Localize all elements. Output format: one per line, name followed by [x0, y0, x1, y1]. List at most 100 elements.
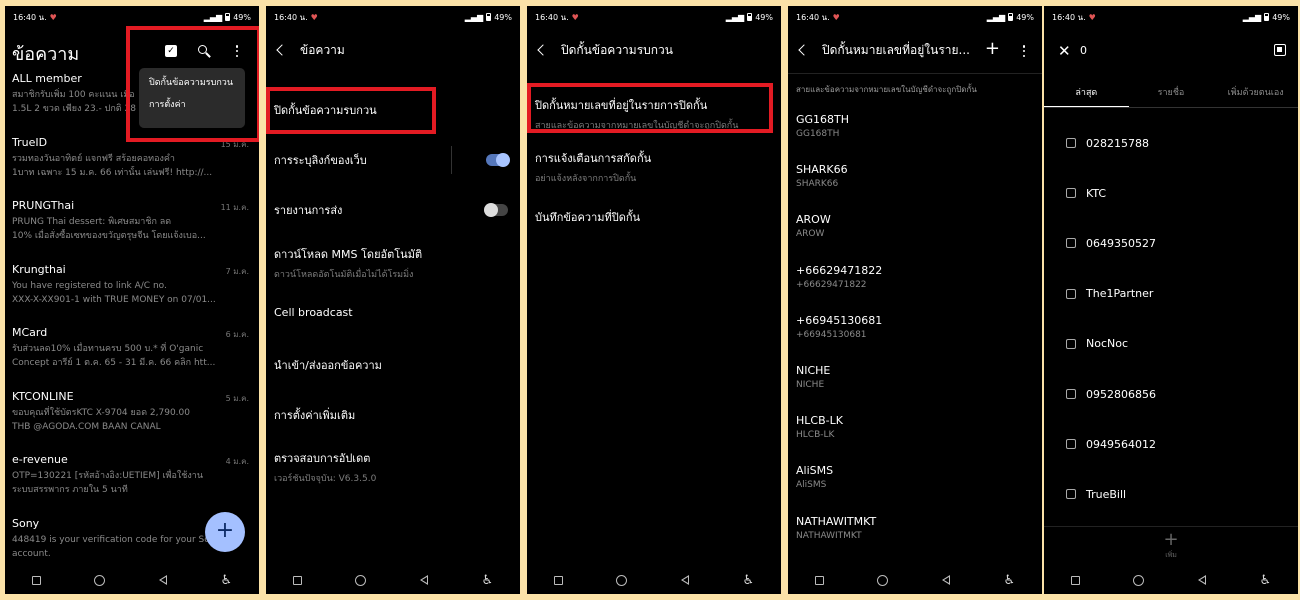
accessibility-icon[interactable]: ♿	[1004, 573, 1016, 588]
back-icon[interactable]	[537, 44, 549, 56]
accessibility-icon[interactable]: ♿	[743, 573, 755, 588]
message-preview: รวมทองวันอาทิตย์ แจกฟรี สร้อยคอทองคำ	[12, 153, 175, 164]
phone-blocklist: 16:40 น. ♥ ▂▄▆ 49% ปิดกั้นหมายเลขที่อยู่ในร…	[788, 6, 1042, 594]
highlight-box	[126, 26, 259, 142]
list-item[interactable]: HLCB-LK HLCB-LK	[796, 414, 1034, 464]
list-item[interactable]: NICHE NICHE	[796, 364, 1034, 414]
message-date: 5 ม.ค.	[225, 393, 249, 403]
checkbox[interactable]	[1066, 338, 1076, 349]
message-preview: THB @AGODA.COM BAAN CANAL	[12, 421, 161, 432]
list-item[interactable]: 0952806856	[1066, 384, 1290, 404]
list-item[interactable]: PRUNGThai 11 ม.ค. PRUNG Thai dessert: พิเศ…	[12, 199, 251, 263]
settings-item[interactable]: ตรวจสอบการอัปเดต เวอร์ชันปัจจุบัน: V6.3.5…	[274, 449, 512, 485]
checkbox[interactable]	[1066, 138, 1076, 148]
list-item[interactable]: NATHAWITMKT NATHAWITMKT	[796, 515, 1034, 565]
tab-manual[interactable]: เพิ่มด้วยตนเอง	[1213, 80, 1298, 108]
block-option-subtitle: อย่าแจ้งหลังจากการปิดกั้น	[535, 174, 637, 184]
phone-select-contacts: 16:40 น. ♥ ▂▄▆ 49% ✕ 0 ล่าสุด รายชื่อ เพิ่ม…	[1044, 6, 1298, 594]
recents-icon[interactable]	[31, 575, 41, 585]
list-item[interactable]: 0949564012	[1066, 434, 1290, 454]
message-sender: e-revenue	[12, 453, 68, 466]
checkbox[interactable]	[1066, 389, 1076, 399]
battery-level: 49%	[233, 12, 251, 22]
accessibility-icon[interactable]: ♿	[1260, 573, 1272, 588]
settings-item[interactable]: รายงานการส่ง	[274, 201, 512, 219]
back-nav-icon[interactable]	[1197, 575, 1206, 585]
blocked-number-sub: SHARK66	[796, 179, 839, 190]
home-icon[interactable]	[355, 574, 367, 586]
toggle-delivery-report[interactable]	[484, 203, 508, 217]
contact-label: 028215788	[1086, 136, 1149, 150]
add-button[interactable]: + เพิ่ม	[1044, 526, 1298, 566]
list-item[interactable]: +66945130681 +66945130681	[796, 314, 1034, 364]
home-icon[interactable]	[94, 574, 106, 586]
back-icon[interactable]	[276, 44, 288, 56]
back-nav-icon[interactable]	[419, 575, 428, 585]
compose-button[interactable]: +	[205, 512, 245, 552]
list-item[interactable]: The1Partner	[1066, 284, 1290, 304]
checkbox[interactable]	[1066, 238, 1076, 249]
list-item[interactable]: Krungthai 7 ม.ค. You have registered to li…	[12, 263, 251, 327]
message-date: 6 ม.ค.	[225, 330, 249, 339]
settings-item[interactable]: การระบุลิงก์ของเว็บ	[274, 151, 512, 169]
accessibility-icon[interactable]: ♿	[221, 573, 233, 588]
home-icon[interactable]	[616, 574, 628, 586]
recents-icon[interactable]	[814, 575, 824, 585]
home-icon[interactable]	[877, 574, 889, 586]
back-icon[interactable]	[798, 44, 810, 56]
settings-item[interactable]: ดาวน์โหลด MMS โดยอัตโนมัติ ดาวน์โหลดอัตโน…	[274, 245, 512, 281]
message-preview: รับส่วนลด10% เมื่อทานครบ 500 บ.* ที่ O'g…	[12, 344, 204, 354]
checkbox[interactable]	[1066, 188, 1076, 199]
toggle-web-links[interactable]	[486, 153, 510, 167]
block-option-item[interactable]: การแจ้งเตือนการสกัดกั้น อย่าแจ้งหลังจากกา…	[535, 149, 773, 185]
list-item[interactable]: 028215788	[1066, 133, 1290, 153]
tab-contacts[interactable]: รายชื่อ	[1129, 80, 1214, 108]
back-nav-icon[interactable]	[158, 575, 167, 585]
blocked-number-sub: +66629471822	[796, 279, 867, 290]
list-item[interactable]: TrueBill	[1066, 484, 1290, 504]
settings-item[interactable]: การตั้งค่าเพิ่มเติม	[274, 406, 512, 424]
header-title: ปิดกั้นหมายเลขที่อยู่ในราย...	[822, 42, 970, 57]
message-preview: ระบบสรรพากร ภายใน 5 นาที	[12, 485, 128, 495]
select-all-icon[interactable]	[1274, 44, 1286, 56]
checkbox[interactable]	[1066, 439, 1076, 450]
accessibility-icon[interactable]: ♿	[482, 573, 494, 588]
settings-item-title: รายงานการส่ง	[274, 204, 343, 217]
list-item[interactable]: KTC	[1066, 183, 1290, 203]
settings-item[interactable]: Cell broadcast	[274, 306, 512, 319]
list-item[interactable]: SHARK66 SHARK66	[796, 163, 1034, 213]
back-nav-icon[interactable]	[680, 575, 689, 585]
blocked-number: +66629471822	[796, 263, 883, 277]
list-item[interactable]: e-revenue 4 ม.ค. OTP=130221 [รหัสอ้างอิง:U…	[12, 453, 251, 517]
recents-icon[interactable]	[553, 575, 563, 585]
recents-icon[interactable]	[292, 575, 302, 585]
home-icon[interactable]	[1133, 574, 1145, 586]
list-item[interactable]: AliSMS AliSMS	[796, 464, 1034, 514]
list-item[interactable]: +66629471822 +66629471822	[796, 264, 1034, 314]
list-item[interactable]: KTCONLINE 5 ม.ค. ขอบคุณที่ใช้บัตรKTC X-970…	[12, 390, 251, 454]
list-item[interactable]: AROW AROW	[796, 213, 1034, 263]
checkbox[interactable]	[1066, 489, 1076, 500]
status-time: 16:40 น.	[796, 12, 830, 22]
close-icon[interactable]: ✕	[1058, 42, 1071, 60]
message-preview: ขอบคุณที่ใช้บัตรKTC X-9704 ยอด 2,790.00	[12, 407, 190, 418]
settings-item-subtitle: เวอร์ชันปัจจุบัน: V6.3.5.0	[274, 474, 377, 484]
recents-icon[interactable]	[1070, 575, 1080, 585]
more-options-icon[interactable]	[1018, 44, 1030, 58]
back-nav-icon[interactable]	[941, 575, 950, 585]
nav-bar: ♿	[527, 566, 781, 594]
tab-recent[interactable]: ล่าสุด	[1044, 80, 1129, 108]
list-item[interactable]: NocNoc	[1066, 334, 1290, 354]
checkbox[interactable]	[1066, 288, 1076, 299]
list-item[interactable]: TrueID 15 ม.ค. รวมทองวันอาทิตย์ แจกฟรี สร้…	[12, 136, 251, 200]
battery-icon	[1008, 13, 1014, 21]
list-item[interactable]: GG168TH GG168TH	[796, 113, 1034, 163]
list-item[interactable]: MCard 6 ม.ค. รับส่วนลด10% เมื่อทานครบ 500 …	[12, 326, 251, 390]
settings-item-subtitle: ดาวน์โหลดอัตโนมัติเมื่อไม่ได้โรมมิ่ง	[274, 270, 414, 280]
add-icon[interactable]: +	[985, 40, 1000, 58]
blocked-number-sub: NICHE	[796, 380, 825, 390]
list-item[interactable]: 0649350527	[1066, 233, 1290, 253]
block-option-item[interactable]: บันทึกข้อความที่ปิดกั้น	[535, 208, 773, 226]
settings-item[interactable]: นำเข้า/ส่งออกข้อความ	[274, 356, 512, 374]
blocked-number: HLCB-LK	[796, 414, 843, 428]
